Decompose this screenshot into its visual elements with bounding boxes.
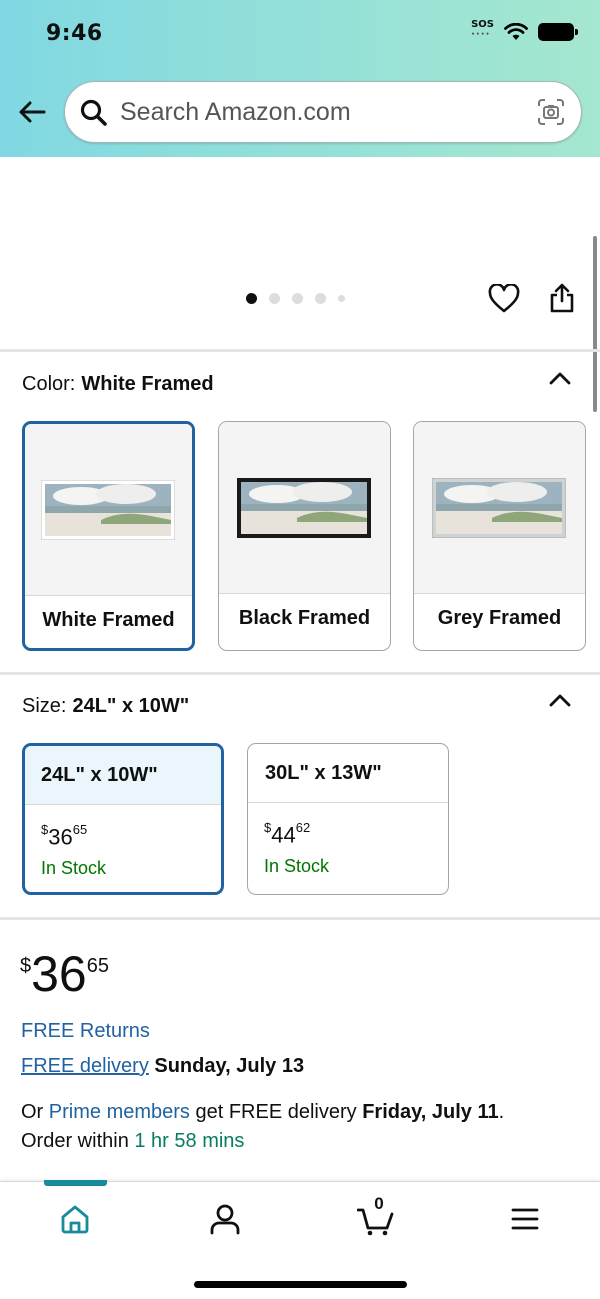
status-time: 9:46 <box>46 21 103 46</box>
account-icon[interactable] <box>208 1202 242 1236</box>
carousel-dot[interactable] <box>338 295 345 302</box>
color-option-label: Black Framed <box>238 607 371 629</box>
search-icon <box>80 99 107 126</box>
search-bar[interactable]: Search Amazon.com <box>64 81 582 143</box>
grey-frame-art-image <box>432 478 566 538</box>
heart-icon[interactable] <box>488 284 520 314</box>
home-indicator-bar[interactable] <box>194 1281 407 1288</box>
menu-icon[interactable] <box>508 1202 542 1236</box>
color-option-label: Grey Framed <box>437 607 562 629</box>
product-price: $3665 <box>20 946 109 1002</box>
chevron-up-icon[interactable] <box>548 692 572 708</box>
product-image-area[interactable] <box>0 157 600 350</box>
swatch-image <box>414 422 585 594</box>
color-option-black-framed[interactable]: Black Framed <box>218 421 391 651</box>
size-option-price: $3665 <box>41 822 88 850</box>
search-input[interactable]: Search Amazon.com <box>120 98 351 127</box>
size-selected-value: 24L" x 10W" <box>72 695 190 717</box>
carousel-dot[interactable] <box>292 293 303 304</box>
swatch-image <box>25 424 192 596</box>
white-frame-art-image <box>41 480 175 540</box>
swatch-image <box>219 422 390 594</box>
size-option-stock: In Stock <box>41 858 107 878</box>
size-option-stock: In Stock <box>264 856 330 876</box>
color-option-grey-framed[interactable]: Grey Framed <box>413 421 586 651</box>
size-option-label: 24L" x 10W" <box>25 746 221 805</box>
color-selected-value: White Framed <box>81 373 214 395</box>
size-option-24x10[interactable]: 24L" x 10W" $3665 In Stock <box>22 743 224 895</box>
color-option-label: White Framed <box>42 609 175 631</box>
nav-active-indicator <box>44 1180 107 1186</box>
chevron-up-icon[interactable] <box>548 370 572 386</box>
prime-delivery-line: Or Prime members get FREE delivery Frida… <box>21 1101 505 1123</box>
wifi-icon <box>504 23 528 40</box>
battery-icon <box>538 23 578 41</box>
share-icon[interactable] <box>548 282 576 314</box>
cart-count: 0 <box>374 1194 384 1213</box>
black-frame-art-image <box>237 478 371 538</box>
order-within-line: Order within 1 hr 58 mins <box>21 1130 245 1152</box>
divider <box>0 349 600 352</box>
prime-delivery-date: Friday, July 11 <box>362 1101 499 1123</box>
bottom-nav: 0 <box>0 1180 600 1299</box>
image-carousel-dots[interactable] <box>246 293 345 304</box>
status-icons: SOS •••• <box>471 19 578 42</box>
color-label: Color: White Framed <box>22 373 214 395</box>
carousel-dot[interactable] <box>269 293 280 304</box>
color-option-white-framed[interactable]: White Framed <box>22 421 195 651</box>
size-label: Size: 24L" x 10W" <box>22 695 190 717</box>
divider <box>0 672 600 675</box>
carousel-dot-active[interactable] <box>246 293 257 304</box>
header: 9:46 SOS •••• Search Amazon.com <box>0 0 600 157</box>
size-option-price: $4462 <box>264 820 311 848</box>
order-within-time: 1 hr 58 mins <box>134 1130 245 1152</box>
camera-scan-icon[interactable] <box>536 97 566 127</box>
free-delivery-link[interactable]: FREE delivery <box>21 1055 149 1077</box>
divider <box>0 917 600 920</box>
free-returns-link[interactable]: FREE Returns <box>21 1020 150 1043</box>
back-arrow-icon[interactable] <box>16 96 48 128</box>
size-option-label: 30L" x 13W" <box>248 744 448 803</box>
free-delivery-date: Sunday, July 13 <box>154 1055 305 1077</box>
home-icon[interactable] <box>58 1202 92 1236</box>
scrollbar[interactable] <box>593 236 597 412</box>
carousel-dot[interactable] <box>315 293 326 304</box>
prime-members-link[interactable]: Prime members <box>49 1101 190 1123</box>
free-delivery-line: FREE delivery Sunday, July 13 <box>21 1055 304 1078</box>
size-option-30x13[interactable]: 30L" x 13W" $4462 In Stock <box>247 743 449 895</box>
sos-indicator: SOS •••• <box>471 19 494 39</box>
